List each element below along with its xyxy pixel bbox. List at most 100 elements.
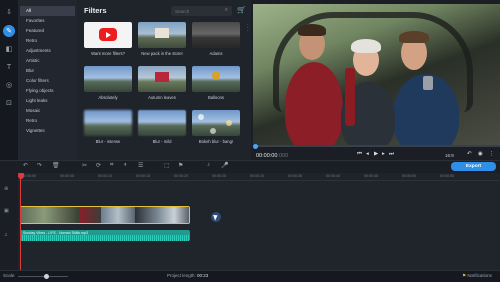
category-retro-2[interactable]: Retro <box>20 116 75 126</box>
step-forward-icon[interactable]: ▸ <box>382 151 385 157</box>
audio-track-icon[interactable]: ♫ <box>4 232 8 238</box>
ruler-tick: 00:00:00 <box>22 174 36 178</box>
category-adjustments[interactable]: Adjustments <box>20 46 75 56</box>
rotate-clip-icon[interactable]: ⟳ <box>96 162 101 169</box>
category-featured[interactable]: Featured <box>20 26 75 36</box>
filter-tile-balloons[interactable]: Balloons <box>192 66 240 100</box>
clip-properties-icon[interactable]: ☰ <box>138 162 143 169</box>
filter-label: Bokeh blur - bang! <box>198 139 234 144</box>
audio-clip[interactable]: Sunday Vibes - LIFE - Nomad Skills.mp3 <box>20 230 190 241</box>
category-artistic[interactable]: Artistic <box>20 56 75 66</box>
seek-knob[interactable] <box>253 143 258 149</box>
filter-tile-absolutely[interactable]: Absolutely <box>84 66 132 100</box>
export-button[interactable]: Export <box>451 162 496 171</box>
notifications-button[interactable]: ⚑ Notifications <box>462 273 492 279</box>
aspect-ratio-select[interactable]: 16:9 <box>445 153 454 158</box>
filter-tile-bokeh-blur[interactable]: Bokeh blur - bang! <box>192 110 240 144</box>
category-all[interactable]: All <box>20 6 75 16</box>
filter-thumb <box>192 110 240 136</box>
marker-icon[interactable]: ⚑ <box>178 162 183 169</box>
category-retro[interactable]: Retro <box>20 36 75 46</box>
ruler-tick: 00:00:20 <box>174 174 188 178</box>
step-back-icon[interactable]: ◂ <box>366 151 369 157</box>
scale-slider[interactable] <box>18 276 68 277</box>
delete-icon[interactable]: 🗑 <box>52 162 60 169</box>
category-light-leaks[interactable]: Light leaks <box>20 96 75 106</box>
ruler-tick: 00:00:50 <box>402 174 416 178</box>
category-flying-objects[interactable]: Flying objects <box>20 86 75 96</box>
rotate-icon[interactable]: ↶ <box>467 151 472 157</box>
filters-panel: Filters ⌕ 🛒 ··· Want more filters? New p… <box>77 0 251 160</box>
skip-end-icon[interactable]: ⏭ <box>389 151 394 158</box>
filter-label: Want more filters? <box>91 51 125 56</box>
video-clip[interactable] <box>20 206 190 224</box>
filter-tile-blur-mild[interactable]: Blur - mild <box>138 110 186 144</box>
color-adjust-icon[interactable]: ◐ <box>124 162 128 168</box>
ruler-tick: 00:00:30 <box>250 174 264 178</box>
filter-tile-want-more[interactable]: Want more filters? <box>84 22 132 56</box>
preview-thermos <box>345 68 355 126</box>
ruler-tick: 00:00:25 <box>212 174 226 178</box>
clip-thumbnail <box>135 207 189 223</box>
more-tools-icon[interactable]: ⊡ <box>3 97 15 109</box>
category-favorites[interactable]: Favorites <box>20 16 75 26</box>
filter-tile-adams[interactable]: Adams <box>192 22 240 56</box>
cut-icon[interactable]: ✂ <box>82 162 87 169</box>
play-icon[interactable]: ▶ <box>374 151 378 157</box>
search-icon: ⌕ <box>224 7 228 13</box>
preview-hair <box>399 31 429 43</box>
clip-thumbnail <box>101 207 135 223</box>
ruler-tick: 00:00:55 <box>440 174 454 178</box>
seek-bar[interactable] <box>253 143 500 149</box>
youtube-icon <box>99 28 117 41</box>
add-track-icon[interactable]: ⊕ <box>4 186 8 192</box>
crop-icon[interactable]: ⌗ <box>110 162 113 169</box>
filters-icon[interactable]: ✎ <box>3 25 15 37</box>
category-color-filters[interactable]: Color filters <box>20 76 75 86</box>
cart-icon[interactable]: 🛒 <box>237 6 246 14</box>
category-blur[interactable]: Blur <box>20 66 75 76</box>
video-track-icon[interactable]: ▣ <box>4 208 9 214</box>
search-input[interactable] <box>175 7 219 15</box>
playhead[interactable] <box>20 173 21 270</box>
transitions-icon[interactable]: ◧ <box>3 43 15 55</box>
edit-toolbar <box>0 160 500 173</box>
ruler-tick: 00:00:15 <box>136 174 150 178</box>
mouse-cursor <box>211 212 221 222</box>
filter-thumb <box>138 110 186 136</box>
scale-slider-knob[interactable] <box>44 274 49 279</box>
tool-rail: ⇩ ✎ ◧ T ◎ ⊡ <box>0 0 18 160</box>
redo-icon[interactable]: ↷ <box>37 162 42 169</box>
video-preview[interactable] <box>253 4 500 145</box>
record-icon[interactable]: 🎤 <box>221 162 228 169</box>
search-box[interactable]: ⌕ <box>171 6 232 16</box>
filter-thumb <box>192 66 240 92</box>
preview-person <box>285 62 343 145</box>
preview-cup <box>423 76 433 90</box>
category-mosaic[interactable]: Mosaic <box>20 106 75 116</box>
filter-tile-autumn-leaves[interactable]: Autumn leaves <box>138 66 186 100</box>
more-options-icon[interactable]: ⋮ <box>489 151 495 157</box>
preview-hair <box>298 24 326 36</box>
animation-icon[interactable]: ⬚ <box>164 162 170 169</box>
category-vignettes[interactable]: Vignettes <box>20 126 75 136</box>
stickers-icon[interactable]: ◎ <box>3 79 15 91</box>
filter-thumb <box>84 66 132 92</box>
notifications-icon: ⚑ <box>462 273 467 278</box>
filter-thumb <box>192 22 240 48</box>
scale-label: Scale: <box>3 273 16 278</box>
titles-icon[interactable]: T <box>3 61 15 73</box>
filter-tile-blur-intense[interactable]: Blur - intense <box>84 110 132 144</box>
playhead-handle[interactable] <box>17 173 24 179</box>
filter-thumb <box>84 22 132 48</box>
snapshot-icon[interactable]: ◉ <box>478 151 483 157</box>
filter-categories: All Favorites Featured Retro Adjustments… <box>18 0 77 160</box>
skip-start-icon[interactable]: ⏮ <box>357 151 362 158</box>
undo-icon[interactable]: ↶ <box>23 162 28 169</box>
audio-settings-icon[interactable]: ♪ <box>207 162 210 168</box>
filter-tile-new-pack[interactable]: New pack in the store! <box>138 22 186 56</box>
more-options-icon[interactable]: · · · <box>247 23 249 34</box>
import-icon[interactable]: ⇩ <box>3 6 15 18</box>
filter-label: Autumn leaves <box>148 95 176 100</box>
filter-label: Adams <box>209 51 223 56</box>
